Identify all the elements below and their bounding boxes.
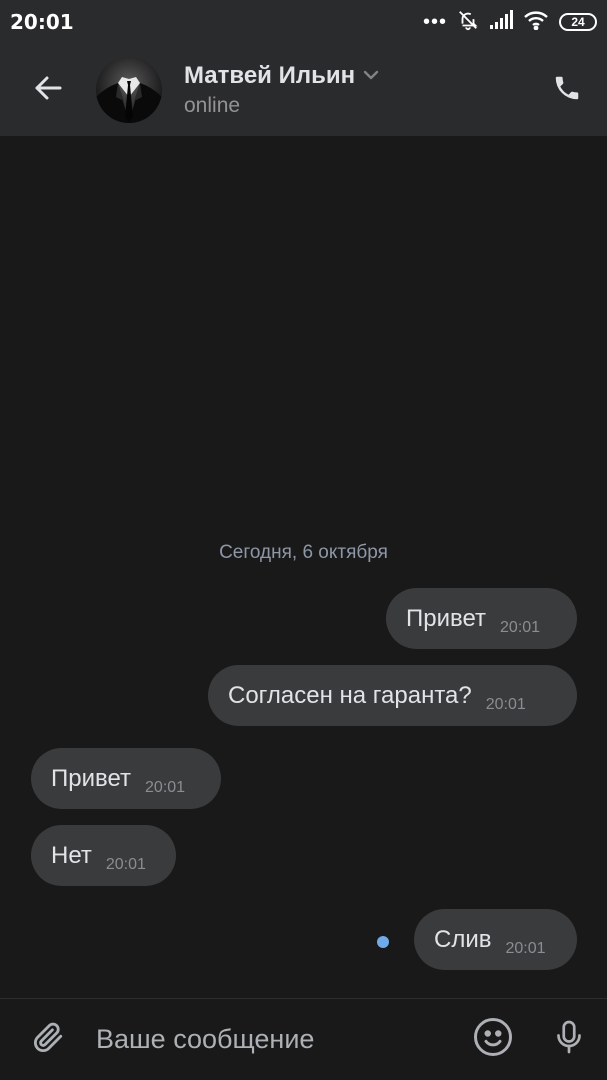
message-text: Привет — [51, 764, 132, 792]
peer-name: Матвей Ильин — [184, 62, 356, 89]
attach-button[interactable] — [0, 999, 96, 1080]
message-text: Привет — [406, 604, 487, 632]
peer-name-row: Матвей Ильин — [184, 62, 379, 90]
back-arrow-icon — [33, 73, 63, 108]
smile-icon — [472, 1016, 514, 1063]
microphone-icon — [551, 1016, 587, 1063]
message-incoming[interactable]: Привет 20:01 — [31, 748, 221, 809]
chat-header: Матвей Ильин online — [0, 44, 607, 136]
message-history[interactable]: Сегодня, 6 октября Привет 20:01 Согласен… — [0, 136, 607, 998]
back-button[interactable] — [0, 44, 96, 136]
message-input[interactable] — [96, 1009, 455, 1070]
message-time: 20:01 — [485, 695, 526, 713]
message-text: Нет — [51, 841, 92, 869]
battery-icon: 24 — [559, 13, 597, 31]
signal-icon — [489, 9, 513, 35]
message-outgoing[interactable]: Согласен на гаранта? 20:01 — [208, 665, 577, 726]
peer-info[interactable]: Матвей Ильин online — [184, 62, 379, 118]
phone-icon — [552, 73, 582, 108]
chevron-down-icon — [363, 67, 379, 85]
unread-indicator-dot — [377, 936, 389, 948]
call-button[interactable] — [527, 44, 607, 136]
peer-status: online — [184, 94, 241, 117]
wifi-icon — [523, 10, 549, 35]
message-composer — [0, 998, 607, 1080]
voice-message-button[interactable] — [531, 999, 607, 1080]
message-text: Слив — [434, 925, 492, 953]
status-icons: ••• 24 — [423, 9, 597, 36]
message-time: 20:01 — [105, 855, 146, 873]
message-outgoing[interactable]: Слив 20:01 — [414, 909, 577, 970]
message-time: 20:01 — [145, 778, 186, 796]
mute-icon — [457, 9, 479, 36]
message-time: 20:01 — [500, 618, 541, 636]
message-text: Согласен на гаранта? — [228, 681, 472, 709]
emoji-button[interactable] — [455, 999, 531, 1080]
status-bar: 20:01 ••• 24 — [0, 0, 607, 44]
notification-dots: ••• — [422, 11, 447, 33]
message-incoming[interactable]: Нет 20:01 — [31, 825, 176, 886]
status-time: 20:01 — [10, 10, 74, 34]
avatar[interactable] — [96, 57, 162, 123]
date-separator: Сегодня, 6 октября — [219, 542, 388, 563]
message-time: 20:01 — [505, 939, 546, 957]
battery-level: 24 — [571, 15, 585, 29]
message-outgoing[interactable]: Привет 20:01 — [386, 588, 577, 649]
paperclip-icon — [31, 1018, 65, 1061]
